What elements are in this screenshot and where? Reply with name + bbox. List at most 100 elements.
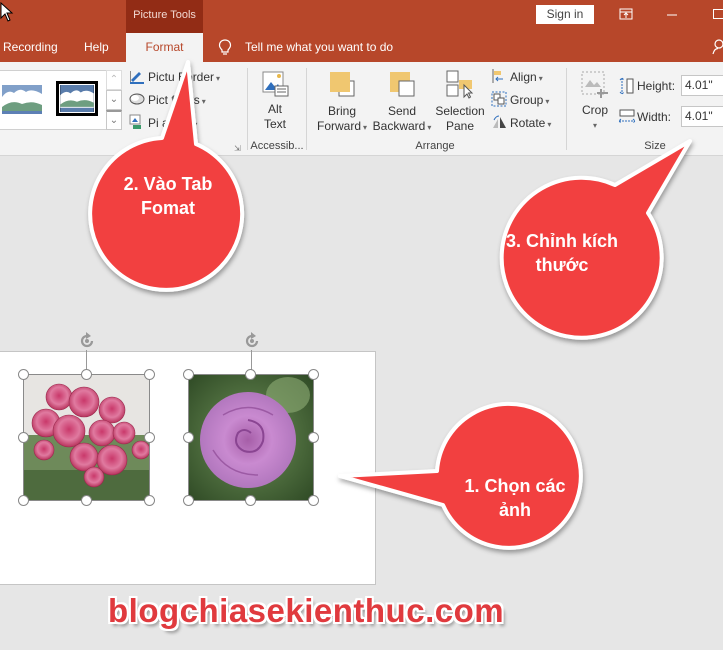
watermark: blogchiasekienthuc.com bbox=[108, 592, 505, 629]
size-group-label: Size bbox=[644, 140, 666, 152]
selection-box bbox=[188, 374, 314, 501]
callout-step3-line1: 3. Chỉnh kích bbox=[505, 231, 619, 251]
align-button[interactable]: Align ▾ bbox=[491, 67, 543, 87]
resize-handle[interactable] bbox=[81, 369, 92, 380]
resize-handle[interactable] bbox=[144, 495, 155, 506]
sign-in-button[interactable]: Sign in bbox=[536, 5, 594, 24]
picture-border-label: Pictu Border bbox=[148, 70, 215, 84]
resize-handle[interactable] bbox=[144, 369, 155, 380]
alt-text-button[interactable]: Alt Text bbox=[252, 69, 298, 132]
resize-handle[interactable] bbox=[183, 432, 194, 443]
gallery-scroll-up-button[interactable]: ⌃ bbox=[106, 70, 122, 90]
ribbon-display-options-icon[interactable] bbox=[619, 8, 633, 20]
group-icon bbox=[491, 91, 507, 107]
picture-layout-button[interactable]: Pi ayout ▾ bbox=[129, 113, 197, 133]
callout-step3-text: 3. Chỉnh kích thước bbox=[487, 229, 637, 277]
rotate-icon bbox=[493, 115, 506, 128]
picture-style-black-frame-icon[interactable] bbox=[56, 81, 98, 116]
gallery-scroll-down-button[interactable]: ⌄ bbox=[106, 90, 122, 110]
rotate-handle-icon[interactable] bbox=[242, 331, 262, 351]
callout-step1-line2: ảnh bbox=[498, 500, 531, 520]
resize-handle[interactable] bbox=[308, 432, 319, 443]
callout-step2-line1: 2. Vào Tab bbox=[123, 174, 213, 194]
alt-text-icon bbox=[262, 71, 289, 97]
callout-step3-line2: thước bbox=[535, 255, 589, 275]
group-separator bbox=[306, 68, 307, 150]
selection-pane-button[interactable]: Selection Pane bbox=[434, 69, 486, 134]
bring-forward-button[interactable]: Bring Forward ▾ bbox=[313, 69, 371, 135]
alt-text-line2: Text bbox=[263, 117, 286, 131]
resize-handle[interactable] bbox=[183, 495, 194, 506]
arrange-group-label: Arrange bbox=[415, 140, 455, 152]
align-icon bbox=[492, 69, 503, 83]
accessibility-group-label: Accessib... bbox=[250, 140, 304, 152]
picture-border-button[interactable]: Pictu Border ▾ bbox=[129, 67, 220, 87]
minimize-icon[interactable] bbox=[667, 14, 677, 16]
picture-effects-button[interactable]: Pict ffects ▾ bbox=[129, 90, 206, 110]
crop-button[interactable]: Crop ▾ bbox=[575, 70, 615, 133]
send-backward-line2: Backward bbox=[372, 119, 426, 133]
resize-handle[interactable] bbox=[18, 495, 29, 506]
tab-help[interactable]: Help bbox=[84, 33, 109, 62]
callout-step1-line1: 1. Chọn các bbox=[464, 476, 566, 496]
bring-forward-line1: Bring bbox=[327, 104, 356, 118]
alt-text-line1: Alt bbox=[267, 102, 282, 116]
bring-forward-icon bbox=[330, 72, 355, 97]
shape-height-icon bbox=[619, 77, 634, 95]
selection-pane-line1: Selection bbox=[435, 104, 485, 118]
rotate-button[interactable]: Rotate ▾ bbox=[491, 113, 551, 133]
resize-handle[interactable] bbox=[144, 432, 155, 443]
rotate-label: Rotate bbox=[510, 116, 546, 130]
picture-border-icon bbox=[130, 71, 144, 84]
person-icon[interactable] bbox=[712, 39, 723, 55]
resize-handle[interactable] bbox=[308, 369, 319, 380]
tab-recording[interactable]: Recording bbox=[3, 33, 58, 62]
maximize-icon[interactable] bbox=[713, 9, 723, 19]
height-label: Height: bbox=[637, 79, 676, 93]
height-input[interactable]: 4.01" bbox=[681, 75, 723, 96]
rotate-handle-icon[interactable] bbox=[77, 331, 97, 351]
gallery-more-button[interactable]: ⌄ bbox=[106, 110, 122, 130]
gallery-scroller: ⌃ ⌄ ⌄ bbox=[106, 70, 122, 130]
selection-box bbox=[23, 374, 150, 501]
resize-handle[interactable] bbox=[245, 495, 256, 506]
group-separator bbox=[566, 68, 567, 150]
send-backward-icon bbox=[390, 72, 415, 97]
contextual-tab-group-label: Picture Tools bbox=[126, 0, 203, 33]
title-bar: Picture Tools Sign in bbox=[0, 0, 723, 33]
align-label: Align bbox=[510, 70, 537, 84]
callout-step2-line2: Fomat bbox=[141, 198, 195, 218]
picture-layout-label: Pi ayout bbox=[148, 116, 192, 130]
send-backward-button[interactable]: Send Backward ▾ bbox=[371, 69, 433, 135]
picture-layout-icon bbox=[129, 114, 141, 129]
selection-pane-icon bbox=[446, 70, 474, 99]
selection-pane-line2: Pane bbox=[445, 119, 475, 133]
ribbon-tab-row: Recording Help Format Tell me what you w… bbox=[0, 33, 723, 62]
picture-style-soft-edge-icon[interactable] bbox=[2, 83, 44, 116]
callout-step1-text: 1. Chọn các ảnh bbox=[445, 474, 585, 522]
group-label: Group bbox=[510, 93, 544, 107]
picture-styles-dialog-launcher-icon[interactable]: ⇲ bbox=[234, 144, 241, 153]
width-input[interactable]: 4.01" bbox=[681, 106, 723, 127]
crop-label: Crop bbox=[581, 103, 608, 117]
shape-width-icon bbox=[618, 109, 636, 124]
tell-me-search[interactable]: Tell me what you want to do bbox=[245, 33, 393, 62]
resize-handle[interactable] bbox=[18, 432, 29, 443]
send-backward-line1: Send bbox=[387, 104, 417, 118]
picture-effects-icon bbox=[129, 93, 145, 105]
bring-forward-line2: Forward bbox=[316, 119, 361, 133]
picture-effects-label: Pict ffects bbox=[148, 93, 200, 107]
resize-handle[interactable] bbox=[308, 495, 319, 506]
resize-handle[interactable] bbox=[81, 495, 92, 506]
ribbon: ⌃ ⌄ ⌄ Pictu Border ▾ Pict ffects ▾ Pi ayou… bbox=[0, 62, 723, 156]
group-button[interactable]: Group ▾ bbox=[491, 90, 549, 110]
picture-styles-gallery[interactable] bbox=[0, 70, 122, 130]
resize-handle[interactable] bbox=[183, 369, 194, 380]
lightbulb-icon bbox=[218, 39, 232, 55]
tab-format[interactable]: Format bbox=[126, 33, 203, 62]
crop-icon bbox=[581, 71, 608, 98]
resize-handle[interactable] bbox=[245, 369, 256, 380]
group-separator bbox=[247, 68, 248, 150]
callout-step2-text: 2. Vào Tab Fomat bbox=[98, 172, 238, 220]
resize-handle[interactable] bbox=[18, 369, 29, 380]
